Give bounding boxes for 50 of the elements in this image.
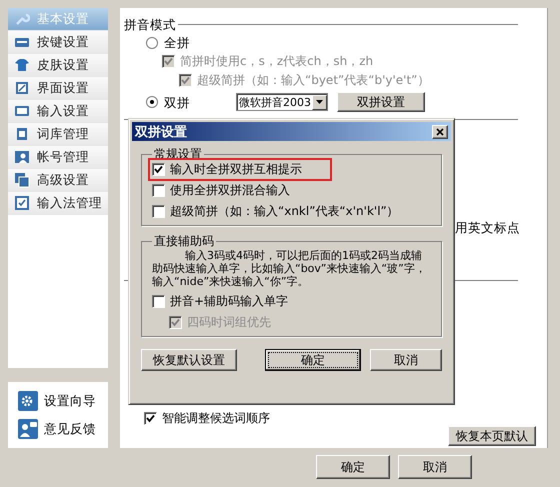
checkbox[interactable] xyxy=(152,205,165,218)
checkbox[interactable] xyxy=(152,184,165,197)
user-chat-icon xyxy=(18,419,38,439)
radio-button[interactable] xyxy=(146,36,158,48)
sidebar-item[interactable]: 帐号管理 xyxy=(8,146,108,169)
dropdown-arrow-icon xyxy=(316,100,323,104)
radio-button[interactable] xyxy=(146,96,158,108)
gear-icon xyxy=(18,391,38,411)
description-text: 输入3码或4码时，可以把后面的1码或2码当成辅助码快速输入单字，比如输入“bov”来快速输入“玻”字，输入“nide”来快速输入“你”字。 xyxy=(152,249,427,288)
checkbox-label: 四码时词组优先 xyxy=(187,315,271,330)
shuangpin-settings-button[interactable]: 双拼设置 xyxy=(337,92,425,112)
checkbox[interactable] xyxy=(152,163,165,176)
section-heading: 拼音模式 xyxy=(124,17,176,32)
dialog-title: 双拼设置 xyxy=(135,124,187,140)
radio-label: 全拼 xyxy=(164,35,190,50)
checkbox-label: 简拼时使用c，s，z代表ch，sh，zh xyxy=(180,54,374,69)
user-card-icon xyxy=(14,149,30,165)
window-icon xyxy=(14,80,30,96)
sidebar-item[interactable]: 输入设置 xyxy=(8,100,108,123)
sidebar-item[interactable]: 界面设置 xyxy=(8,77,108,100)
radio-label: 双拼 xyxy=(164,94,190,110)
checkbox-icon xyxy=(14,195,30,211)
wrench-icon xyxy=(14,11,30,27)
checkbox-label: 智能调整候选词顺序 xyxy=(162,411,270,426)
sidebar-item[interactable]: 词库管理 xyxy=(8,123,108,146)
option-label: 用英文标点 xyxy=(455,220,520,237)
checkbox-label: 超级简拼（如：输入“byet”代表“b'y'e't”） xyxy=(197,73,430,88)
ok-button[interactable]: 确定 xyxy=(316,455,390,479)
checkbox-label: 使用全拼双拼混合输入 xyxy=(170,183,290,198)
restore-page-defaults-button[interactable]: 恢复本页默认 xyxy=(448,426,536,446)
layers-icon xyxy=(14,172,30,188)
dialog-button[interactable]: 取消 xyxy=(370,349,442,371)
scheme-dropdown[interactable]: 微软拼音2003 xyxy=(236,93,328,111)
dialog-button[interactable]: 确定 xyxy=(265,349,361,371)
shirt-icon xyxy=(14,57,30,73)
sidebar-link[interactable]: 设置向导 xyxy=(18,391,108,411)
checkbox[interactable] xyxy=(152,295,165,308)
checkbox-label: 拼音+辅助码输入单字 xyxy=(170,294,288,309)
sidebar-item[interactable]: 输入法管理 xyxy=(8,192,108,215)
close-icon xyxy=(436,128,444,136)
cancel-button[interactable]: 取消 xyxy=(398,455,472,479)
sidebar-item[interactable]: 高级设置 xyxy=(8,169,108,192)
sidebar-item[interactable]: 按键设置 xyxy=(8,31,108,54)
checkbox-label: 输入时全拼双拼互相提示 xyxy=(170,162,302,177)
restore-defaults-button[interactable]: 恢复默认设置 xyxy=(141,349,237,371)
sidebar-item[interactable]: 皮肤设置 xyxy=(8,54,108,77)
sidebar-link[interactable]: 意见反馈 xyxy=(18,419,108,439)
close-button[interactable] xyxy=(432,124,448,138)
group-title: 直接辅助码 xyxy=(153,234,215,248)
checkbox-label: 超级简拼（如：输入“xnkl”代表“x'n'k'l”） xyxy=(170,204,399,219)
